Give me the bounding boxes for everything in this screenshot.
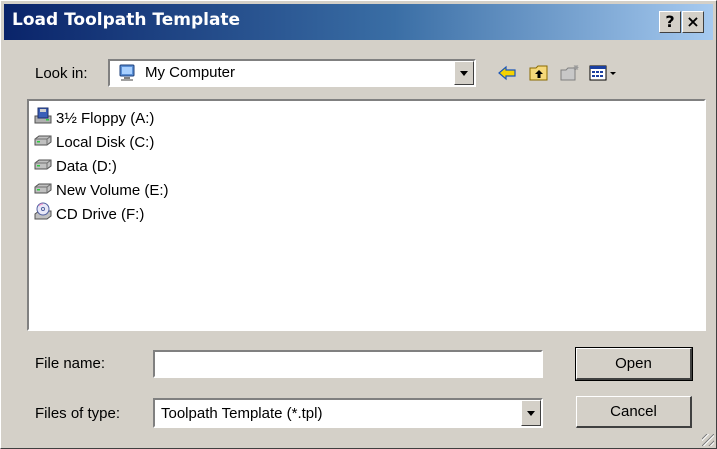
list-item-label: New Volume (E:) xyxy=(56,181,169,199)
floppy-drive-icon xyxy=(33,106,53,130)
computer-icon xyxy=(118,63,138,86)
list-item-label: CD Drive (F:) xyxy=(56,205,145,223)
hard-drive-icon xyxy=(33,178,53,202)
list-item-new-volume[interactable]: New Volume (E:) xyxy=(33,179,169,201)
cancel-button[interactable]: Cancel xyxy=(576,396,692,428)
open-button[interactable]: Open xyxy=(575,347,693,381)
help-button[interactable]: ? xyxy=(659,11,681,33)
look-in-dropdown-button[interactable] xyxy=(454,61,474,85)
list-item-label: Data (D:) xyxy=(56,157,117,175)
look-in-combo[interactable]: My Computer xyxy=(108,59,476,87)
file-type-label: Files of type: xyxy=(35,405,121,422)
resize-grip-icon[interactable] xyxy=(702,434,714,446)
file-type-value: Toolpath Template (*.tpl) xyxy=(161,405,323,422)
file-type-combo[interactable]: Toolpath Template (*.tpl) xyxy=(153,398,543,428)
list-item-label: Local Disk (C:) xyxy=(56,133,155,151)
list-item-local-disk[interactable]: Local Disk (C:) xyxy=(33,131,154,153)
cd-drive-icon xyxy=(33,202,53,226)
list-item-floppy[interactable]: 3½ Floppy (A:) xyxy=(33,107,154,129)
look-in-label: Look in: xyxy=(35,65,88,82)
file-name-label: File name: xyxy=(35,355,106,372)
list-item-data[interactable]: Data (D:) xyxy=(33,155,117,177)
title-bar[interactable]: Load Toolpath Template ? × xyxy=(4,4,713,40)
file-name-input[interactable] xyxy=(153,350,543,378)
dialog-title: Load Toolpath Template xyxy=(12,10,241,30)
hard-drive-icon xyxy=(33,154,53,178)
up-folder-icon[interactable] xyxy=(526,61,552,85)
hard-drive-icon xyxy=(33,130,53,154)
list-item-label: 3½ Floppy (A:) xyxy=(56,109,155,127)
look-in-value: My Computer xyxy=(145,64,236,81)
load-template-dialog: Load Toolpath Template ? × Look in: My C… xyxy=(0,0,717,449)
close-button[interactable]: × xyxy=(682,11,704,33)
list-item-cd-drive[interactable]: CD Drive (F:) xyxy=(33,202,145,226)
file-list[interactable]: 3½ Floppy (A:) Local Disk (C:) Data (D:)… xyxy=(27,99,706,331)
view-menu-icon[interactable] xyxy=(587,61,621,85)
new-folder-icon[interactable] xyxy=(557,61,583,85)
back-arrow-icon[interactable] xyxy=(494,61,520,85)
file-type-dropdown-button[interactable] xyxy=(521,400,541,426)
